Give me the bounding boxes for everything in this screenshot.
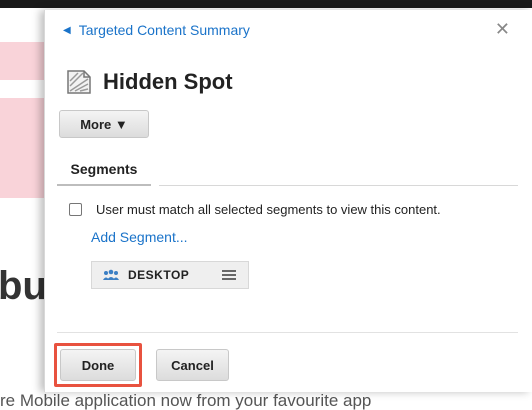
match-all-checkbox[interactable]: [69, 203, 82, 216]
background-footer-text: re Mobile application now from your favo…: [0, 391, 372, 410]
left-caret-icon: ◀: [63, 24, 71, 36]
add-segment-link[interactable]: Add Segment...: [91, 229, 188, 245]
background-heading: bu: [0, 264, 47, 308]
people-icon: [103, 269, 119, 280]
segment-label: DESKTOP: [128, 268, 190, 282]
cancel-button[interactable]: Cancel: [156, 349, 229, 381]
back-link-label: Targeted Content Summary: [78, 22, 250, 38]
back-link[interactable]: ◀ Targeted Content Summary: [63, 22, 250, 38]
match-all-row: User must match all selected segments to…: [69, 202, 532, 217]
panel-header: ◀ Targeted Content Summary ✕: [45, 10, 532, 50]
targeted-content-panel: ◀ Targeted Content Summary ✕ Hidden Spot…: [44, 10, 532, 392]
hamburger-icon[interactable]: [222, 268, 236, 282]
footer-divider: [57, 332, 518, 333]
tab-divider: [159, 185, 518, 186]
document-icon: [67, 70, 91, 94]
page-title: Hidden Spot: [103, 69, 233, 94]
segment-chip-desktop: DESKTOP: [91, 261, 249, 289]
tab-segments[interactable]: Segments: [57, 154, 151, 186]
more-button[interactable]: More ▼: [59, 110, 149, 138]
background-top-bar: [0, 0, 532, 8]
done-button[interactable]: Done: [60, 349, 136, 381]
title-row: Hidden Spot: [45, 68, 532, 96]
match-all-label: User must match all selected segments to…: [96, 202, 441, 217]
close-icon[interactable]: ✕: [495, 19, 510, 40]
tab-bar: Segments: [45, 154, 532, 186]
